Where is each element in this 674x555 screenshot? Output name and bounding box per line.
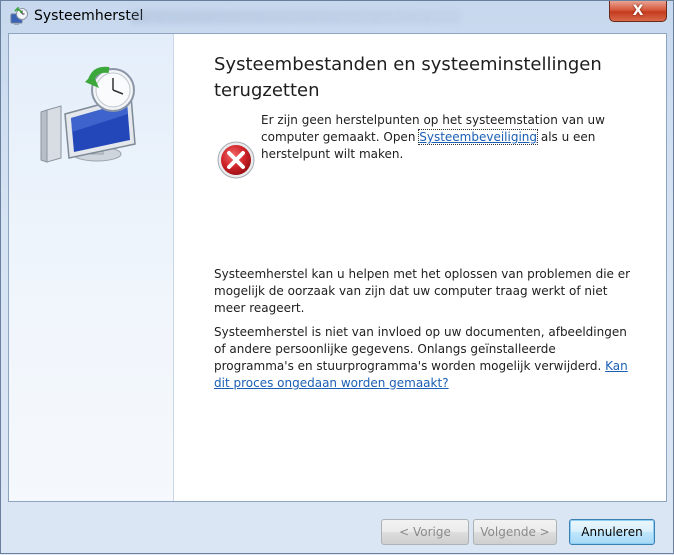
- info-paragraph-2-text: Systeemherstel is niet van invloed op uw…: [214, 325, 627, 373]
- info-paragraph-1: Systeemherstel kan u helpen met het oplo…: [214, 267, 631, 315]
- page-title: Systeembestanden en systeeminstellingen …: [214, 54, 602, 101]
- blurred-title-background: [131, 10, 461, 24]
- system-restore-icon: [10, 7, 28, 25]
- cancel-button[interactable]: Annuleren: [569, 519, 655, 545]
- window-title: Systeemherstel: [34, 8, 144, 24]
- close-icon: X: [632, 3, 644, 19]
- error-icon: [217, 141, 255, 179]
- next-button[interactable]: Volgende >: [473, 519, 557, 545]
- error-message: Er zijn geen herstelpunten op het systee…: [261, 112, 621, 163]
- system-restore-window: Systeemherstel X Systeembestanden en sys…: [0, 0, 674, 554]
- close-button[interactable]: X: [609, 1, 667, 22]
- previous-button[interactable]: < Vorige: [381, 519, 469, 545]
- title-bar[interactable]: Systeemherstel X: [1, 1, 673, 33]
- system-protection-link[interactable]: Systeembeveiliging: [418, 129, 539, 145]
- side-panel: [9, 34, 174, 501]
- system-restore-monitor-clock-icon: [40, 66, 136, 163]
- wizard-content-area: Systeembestanden en systeeminstellingen …: [8, 33, 667, 502]
- info-paragraph-2: Systeemherstel is niet van invloed op uw…: [214, 324, 634, 392]
